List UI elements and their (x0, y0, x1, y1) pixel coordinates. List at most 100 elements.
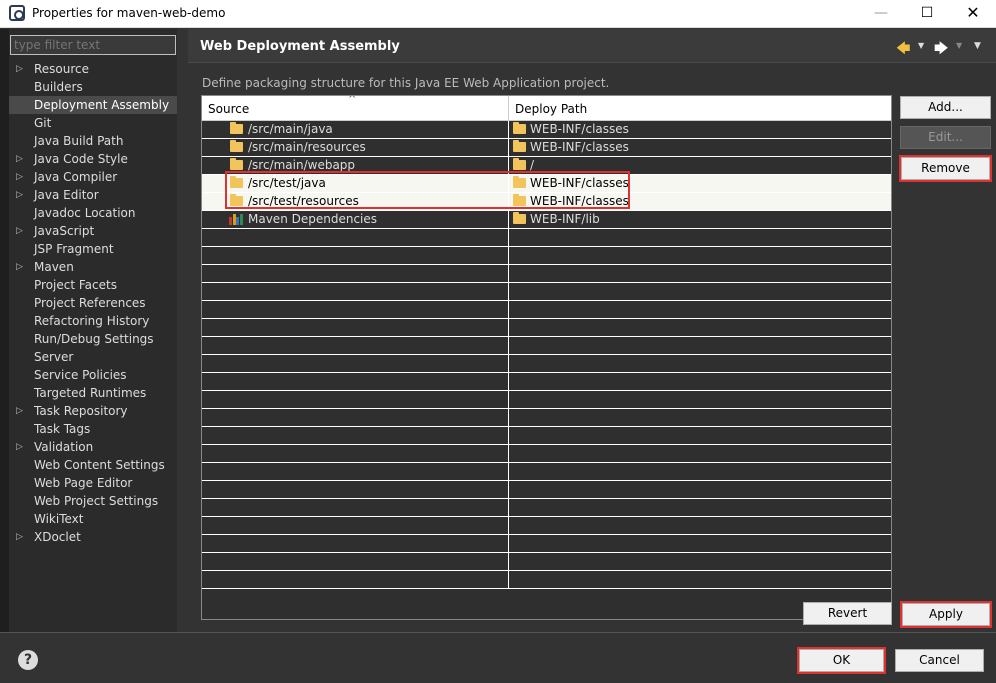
forward-arrow-icon[interactable]: 🡆 (934, 38, 948, 62)
column-header-source[interactable]: Source (208, 102, 249, 116)
empty-table-row (202, 373, 891, 391)
table-row[interactable]: Maven Dependencies WEB-INF/lib (202, 211, 891, 229)
sidebar-item[interactable]: Git (9, 114, 177, 132)
sidebar-item-label: Web Page Editor (34, 476, 133, 490)
sidebar-item[interactable]: Project Facets (9, 276, 177, 294)
ok-button[interactable]: OK (797, 647, 886, 674)
sidebar: ▷ Resource Builders Deployment Assembly Git J… (0, 29, 188, 632)
sidebar-item[interactable]: ▷ Resource (9, 60, 177, 78)
sidebar-item[interactable]: ▷ Task Repository (9, 402, 177, 420)
column-divider[interactable] (508, 96, 509, 121)
close-button[interactable]: ✕ (950, 0, 996, 28)
sidebar-item-label: Java Editor (34, 188, 99, 202)
sidebar-item[interactable]: Task Tags (9, 420, 177, 438)
edit-button[interactable]: Edit... (900, 126, 991, 149)
deploy-path-cell: WEB-INF/classes (530, 194, 629, 208)
filter-input[interactable] (10, 35, 176, 55)
apply-button[interactable]: Apply (900, 601, 992, 628)
add-button[interactable]: Add... (900, 96, 991, 119)
folder-icon (230, 158, 243, 170)
empty-table-row (202, 535, 891, 553)
empty-table-row (202, 265, 891, 283)
column-gridline (508, 283, 509, 300)
minimize-button[interactable]: — (858, 0, 904, 28)
sidebar-item-label: JSP Fragment (34, 242, 114, 256)
help-icon[interactable]: ? (18, 650, 38, 670)
sidebar-item[interactable]: Refactoring History (9, 312, 177, 330)
expand-arrow-icon[interactable]: ▷ (16, 150, 23, 168)
remove-button[interactable]: Remove (899, 155, 992, 182)
page-header: Web Deployment Assembly 🡄 ▼ 🡆 ▼ ▼ (188, 29, 996, 63)
main-panel: Web Deployment Assembly 🡄 ▼ 🡆 ▼ ▼ Define… (188, 29, 996, 632)
sidebar-item-label: Service Policies (34, 368, 127, 382)
expand-arrow-icon[interactable]: ▷ (16, 528, 23, 546)
table-row[interactable]: /src/test/java WEB-INF/classes (202, 175, 891, 193)
sidebar-nav: ▷ Resource Builders Deployment Assembly Git J… (9, 60, 177, 546)
sidebar-item[interactable]: Targeted Runtimes (9, 384, 177, 402)
sidebar-item[interactable]: Project References (9, 294, 177, 312)
table-row[interactable]: /src/main/resources WEB-INF/classes (202, 139, 891, 157)
column-gridline (508, 517, 509, 534)
expand-arrow-icon[interactable]: ▷ (16, 258, 23, 276)
folder-icon (513, 212, 526, 224)
sidebar-item[interactable]: ▷ Java Compiler (9, 168, 177, 186)
table-body: /src/main/java WEB-INF/classes/src/main/r… (202, 121, 891, 589)
folder-icon (230, 176, 243, 188)
cancel-button[interactable]: Cancel (895, 649, 984, 672)
column-gridline (508, 373, 509, 390)
sidebar-scrollbar[interactable] (177, 29, 188, 632)
sidebar-item[interactable]: ▷ Maven (9, 258, 177, 276)
column-gridline (508, 139, 509, 156)
sidebar-item-label: Java Code Style (34, 152, 128, 166)
sidebar-item[interactable]: Deployment Assembly (9, 96, 177, 114)
expand-arrow-icon[interactable]: ▷ (16, 438, 23, 456)
folder-icon (513, 140, 526, 152)
source-cell: /src/main/resources (248, 140, 366, 154)
expand-arrow-icon[interactable]: ▷ (16, 402, 23, 420)
sidebar-item-label: Deployment Assembly (34, 98, 170, 112)
deploy-path-cell: / (530, 158, 535, 172)
table-row[interactable]: /src/main/webapp / (202, 157, 891, 175)
expand-arrow-icon[interactable]: ▷ (16, 168, 23, 186)
sidebar-item[interactable]: Run/Debug Settings (9, 330, 177, 348)
sidebar-item[interactable]: ▷ Java Code Style (9, 150, 177, 168)
empty-table-row (202, 319, 891, 337)
sidebar-item[interactable]: Web Page Editor (9, 474, 177, 492)
view-menu-icon[interactable]: ▼ (974, 41, 981, 51)
sidebar-item[interactable]: Web Content Settings (9, 456, 177, 474)
sidebar-item[interactable]: Service Policies (9, 366, 177, 384)
maximize-button[interactable]: ☐ (904, 0, 950, 28)
sidebar-item[interactable]: ▷ Validation (9, 438, 177, 456)
back-dropdown-icon[interactable]: ▼ (918, 41, 924, 50)
library-icon (229, 214, 243, 225)
expand-arrow-icon[interactable]: ▷ (16, 222, 23, 240)
sidebar-item[interactable]: JSP Fragment (9, 240, 177, 258)
expand-arrow-icon[interactable]: ▷ (16, 186, 23, 204)
sidebar-item[interactable]: Java Build Path (9, 132, 177, 150)
sidebar-item[interactable]: ▷ XDoclet (9, 528, 177, 546)
sidebar-item[interactable]: ▷ JavaScript (9, 222, 177, 240)
sidebar-item[interactable]: Web Project Settings (9, 492, 177, 510)
table-row[interactable]: /src/test/resources WEB-INF/classes (202, 193, 891, 211)
sidebar-item[interactable]: Javadoc Location (9, 204, 177, 222)
deployment-table: ^ Source Deploy Path /src/main/java WEB-I… (201, 95, 892, 620)
sidebar-item[interactable]: WikiText (9, 510, 177, 528)
sidebar-item[interactable]: ▷ Java Editor (9, 186, 177, 204)
forward-dropdown-icon[interactable]: ▼ (956, 41, 962, 50)
sidebar-item[interactable]: Builders (9, 78, 177, 96)
empty-table-row (202, 283, 891, 301)
expand-arrow-icon[interactable]: ▷ (16, 60, 23, 78)
source-cell: /src/main/webapp (248, 158, 356, 172)
source-cell: Maven Dependencies (248, 212, 378, 226)
folder-icon (513, 158, 526, 170)
eclipse-app-icon (9, 5, 25, 21)
sidebar-item-label: Validation (34, 440, 94, 454)
back-arrow-icon[interactable]: 🡄 (896, 38, 910, 62)
column-header-deploy-path[interactable]: Deploy Path (515, 102, 587, 116)
table-row[interactable]: /src/main/java WEB-INF/classes (202, 121, 891, 139)
sidebar-item-label: Web Content Settings (34, 458, 165, 472)
revert-button[interactable]: Revert (803, 602, 892, 625)
empty-table-row (202, 463, 891, 481)
sidebar-item-label: Refactoring History (34, 314, 150, 328)
sidebar-item[interactable]: Server (9, 348, 177, 366)
